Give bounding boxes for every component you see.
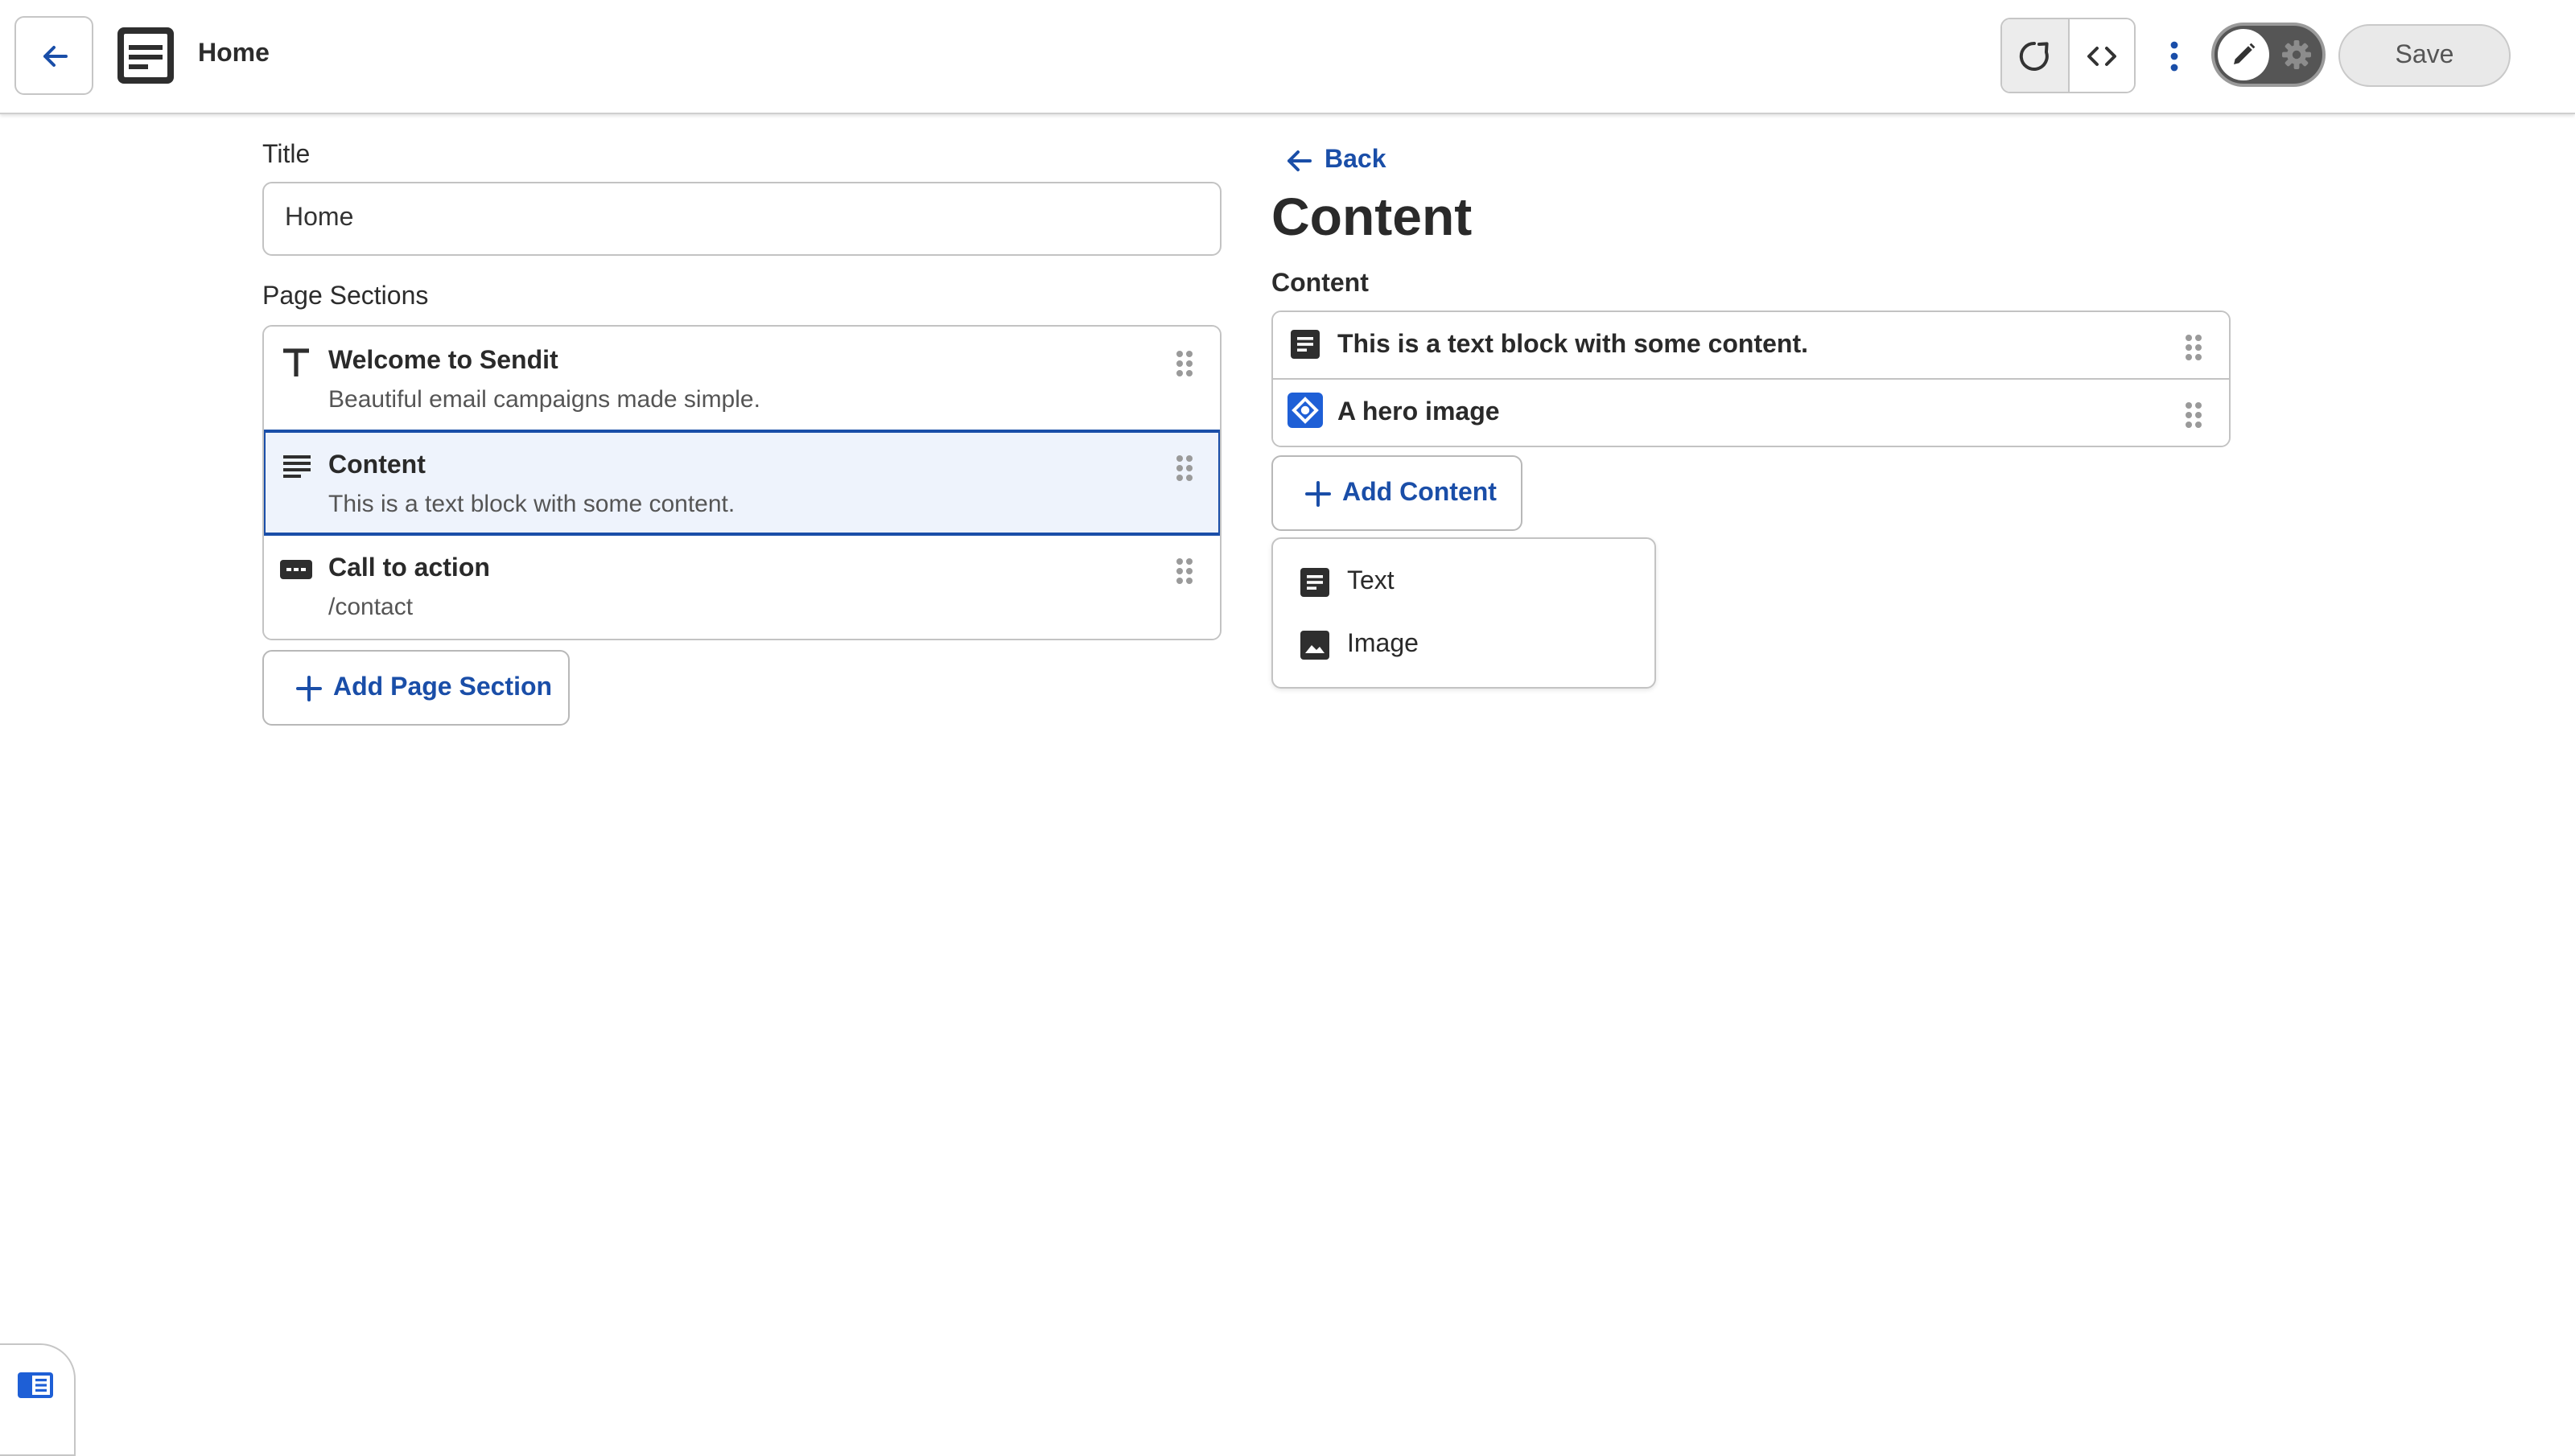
add-content-label: Add Content	[1342, 479, 1497, 506]
menu-item-label: Text	[1347, 568, 1395, 595]
text-block-icon	[1300, 568, 1329, 597]
refresh-icon	[2020, 40, 2050, 70]
sidebar-panel-icon	[18, 1372, 53, 1398]
code-icon	[2087, 46, 2116, 65]
text-lines-icon	[282, 455, 310, 478]
more-vertical-icon	[2170, 41, 2178, 72]
hero-image-icon	[1288, 393, 1323, 428]
page-sections-label: Page Sections	[262, 283, 429, 311]
arrow-left-icon	[1288, 150, 1312, 171]
plus-icon	[1305, 480, 1331, 506]
back-button[interactable]	[14, 16, 93, 95]
content-items-list: This is a text block with some content. …	[1271, 311, 2231, 447]
content-item-text: This is a text block with some content.	[1337, 331, 1808, 359]
image-icon-wrap	[1299, 629, 1331, 661]
add-content-menu: Text Image	[1271, 537, 1656, 689]
title-input[interactable]	[262, 182, 1222, 256]
content-item[interactable]: This is a text block with some content.	[1273, 312, 2229, 378]
content-item-text: A hero image	[1337, 399, 1500, 426]
back-link-label: Back	[1325, 146, 1386, 174]
code-view-button[interactable]	[2069, 19, 2134, 92]
add-page-section-button[interactable]: Add Page Section	[262, 650, 570, 726]
menu-item-text[interactable]: Text	[1273, 552, 1654, 613]
document-icon	[117, 27, 174, 84]
drag-handle-icon[interactable]	[2184, 333, 2203, 362]
page-section-item[interactable]: Welcome to Sendit Beautiful email campai…	[264, 327, 1220, 431]
heading-icon-wrap	[280, 346, 312, 378]
refresh-button[interactable]	[2002, 19, 2069, 92]
drag-handle-icon[interactable]	[1175, 454, 1194, 483]
page-sections-list: Welcome to Sendit Beautiful email campai…	[262, 325, 1222, 640]
text-block-icon-wrap	[1299, 566, 1331, 598]
pencil-icon	[2234, 43, 2256, 64]
section-title: Call to action	[328, 555, 490, 582]
section-subtitle: Beautiful email campaigns made simple.	[328, 386, 760, 413]
heading-icon	[283, 348, 309, 376]
text-block-icon-wrap	[1288, 327, 1323, 362]
section-title: Content	[328, 452, 426, 479]
panel-toggle-tab[interactable]	[0, 1343, 76, 1456]
section-title: Welcome to Sendit	[328, 348, 558, 375]
top-bar: Home Save	[0, 0, 2575, 114]
title-label: Title	[262, 142, 311, 169]
page-section-item[interactable]: Call to action /contact	[264, 536, 1220, 639]
button-icon-wrap	[280, 553, 312, 586]
section-subtitle: This is a text block with some content.	[328, 491, 735, 518]
content-label: Content	[1271, 270, 1369, 298]
toggle-knob	[2218, 29, 2269, 80]
app-root: Home Save Title Home Page Sections Welco…	[0, 0, 2575, 1456]
view-toggle-group	[2000, 18, 2136, 93]
detail-heading: Content	[1271, 187, 1473, 246]
hero-image-icon-wrap	[1288, 393, 1323, 428]
drag-handle-icon[interactable]	[1175, 349, 1194, 378]
edit-mode-toggle[interactable]	[2211, 23, 2326, 87]
drag-handle-icon[interactable]	[2184, 401, 2203, 430]
menu-item-image[interactable]: Image	[1273, 615, 1654, 676]
more-options-button[interactable]	[2155, 29, 2194, 84]
back-link[interactable]: Back	[1283, 145, 1386, 177]
image-icon	[1300, 631, 1329, 660]
add-content-button[interactable]: Add Content	[1271, 455, 1522, 531]
page-name: Home	[198, 40, 270, 68]
content-item[interactable]: A hero image	[1273, 380, 2229, 446]
page-section-item-selected[interactable]: Content This is a text block with some c…	[264, 430, 1220, 536]
arrow-left-icon	[43, 45, 67, 66]
button-icon	[280, 560, 312, 579]
add-page-section-label: Add Page Section	[333, 673, 553, 701]
text-block-icon	[1291, 330, 1320, 359]
section-subtitle: /contact	[328, 594, 414, 621]
gear-icon	[2282, 40, 2311, 69]
drag-handle-icon[interactable]	[1175, 557, 1194, 586]
save-button[interactable]: Save	[2338, 24, 2511, 87]
plus-icon	[296, 675, 322, 701]
menu-item-label: Image	[1347, 631, 1419, 658]
text-lines-icon-wrap	[280, 450, 312, 483]
